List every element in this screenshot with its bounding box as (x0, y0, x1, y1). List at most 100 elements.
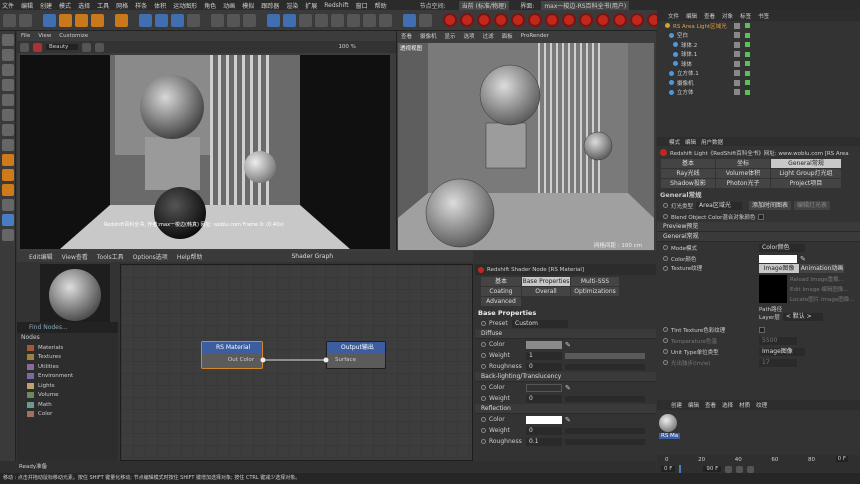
unit-keyframe-icon[interactable] (663, 349, 668, 354)
node-category-item[interactable]: Volume (17, 391, 118, 401)
eyedropper-icon[interactable]: ✎ (565, 416, 571, 424)
sg-menu-tools[interactable]: Tools工具 (97, 252, 124, 261)
attr-menu-mode[interactable]: 模式 (669, 138, 680, 146)
interface-select[interactable]: max一梭边-RS百科全书(用户) (541, 0, 630, 10)
mode-select[interactable]: Color颜色 (759, 243, 805, 252)
diffuse-roughness-slider[interactable] (565, 363, 645, 370)
texture-tab-image[interactable]: Image图像 (759, 264, 799, 273)
axis-mode-icon[interactable] (2, 124, 14, 136)
rs-material-thumbnail[interactable] (659, 414, 677, 432)
attr-tab-basic[interactable]: 基本 (661, 159, 715, 168)
playhead[interactable] (679, 465, 682, 473)
grid-icon[interactable] (2, 229, 14, 241)
rv-menu-customize[interactable]: Customize (59, 33, 88, 39)
object-list-item[interactable]: 球体 (657, 59, 860, 69)
cloner-icon[interactable] (315, 13, 328, 27)
timeline[interactable]: 0 20 40 60 80 0 F 0 F 90 F (657, 455, 860, 475)
object-list-item[interactable]: 球体.1 (657, 50, 860, 60)
menu-select[interactable]: 选择 (78, 1, 90, 10)
subdivision-icon[interactable] (299, 13, 312, 27)
reflection-section[interactable]: Reflection (475, 404, 656, 414)
preset-keyframe-icon[interactable] (481, 321, 486, 326)
tint-checkbox[interactable] (759, 326, 765, 333)
blend-keyframe-icon[interactable] (663, 214, 668, 219)
workplane-lock-icon[interactable] (2, 199, 14, 211)
texture-mode-icon[interactable] (2, 64, 14, 76)
undo-icon[interactable] (3, 13, 16, 27)
menu-file[interactable]: 文件 (2, 1, 14, 10)
vp-menu-options[interactable]: 选项 (464, 32, 475, 40)
render-view-icon[interactable] (211, 13, 224, 27)
diffuse-section[interactable]: Diffuse (475, 329, 656, 339)
scale-icon[interactable] (75, 13, 88, 27)
temperature-keyframe-icon[interactable] (663, 338, 668, 343)
play-back-icon[interactable] (725, 465, 733, 473)
enable-check-icon[interactable] (745, 51, 750, 57)
sg-menu-options[interactable]: Options选项 (133, 252, 168, 261)
om-menu-view[interactable]: 查看 (701, 12, 718, 20)
menu-mesh[interactable]: 网格 (116, 1, 128, 10)
rv-lock-icon[interactable] (95, 42, 105, 52)
tab-overall[interactable]: Overall (522, 287, 570, 296)
viewport-canvas[interactable]: 透视视图 网格间距 : 100 cm (398, 43, 654, 250)
attr-tab-general[interactable]: General常规 (771, 159, 841, 168)
snap-icon[interactable] (403, 13, 416, 27)
diffuse-roughness-keyframe-icon[interactable] (481, 364, 486, 369)
visibility-icon[interactable] (734, 22, 740, 29)
aov-dropdown[interactable]: Beauty (46, 44, 79, 50)
soft-select-icon[interactable] (2, 169, 14, 181)
object-list-item[interactable]: 摄像机 (657, 78, 860, 88)
reload-image-button[interactable]: Reload Image重载... (790, 275, 855, 283)
polygons-mode-icon[interactable] (2, 109, 14, 121)
enable-check-icon[interactable] (745, 42, 750, 48)
menu-spline[interactable]: 样条 (135, 1, 147, 10)
rv-snapshot-icon[interactable] (82, 42, 92, 52)
menu-simulate[interactable]: 模拟 (242, 1, 254, 10)
diffuse-weight-slider[interactable] (565, 352, 645, 359)
live-select-icon[interactable] (43, 13, 56, 27)
visibility-icon[interactable] (734, 51, 740, 58)
render-region-icon[interactable] (227, 13, 240, 27)
redshift-icon-10[interactable] (596, 13, 610, 27)
menu-create[interactable]: 创建 (40, 1, 52, 10)
eyedropper-icon[interactable]: ✎ (565, 341, 571, 349)
object-list-item[interactable]: 空白 (657, 31, 860, 41)
refl-weight-slider[interactable] (565, 427, 645, 434)
visibility-icon[interactable] (734, 89, 740, 96)
attr-tab-project[interactable]: Project项目 (771, 179, 841, 188)
general2-section[interactable]: General常规 (657, 232, 860, 242)
refl-color-swatch[interactable] (526, 415, 562, 424)
model-mode-icon[interactable] (2, 49, 14, 61)
edit-light-table-button[interactable]: 编辑灯光表 (794, 201, 831, 210)
attr-tab-ray[interactable]: Ray光线 (661, 169, 715, 178)
visibility-icon[interactable] (734, 60, 740, 67)
menu-window[interactable]: 窗口 (356, 1, 368, 10)
attr-tab-photon[interactable]: Photon光子 (716, 179, 770, 188)
vp-menu-view[interactable]: 查看 (401, 32, 412, 40)
workplane-icon[interactable] (419, 13, 432, 27)
object-list-item[interactable]: 立方体 (657, 88, 860, 98)
enable-check-icon[interactable] (745, 89, 750, 95)
tab-coating[interactable]: Coating (481, 287, 521, 296)
play-icon[interactable] (736, 465, 744, 473)
move-icon[interactable] (59, 13, 72, 27)
axis-z-icon[interactable] (171, 13, 184, 27)
rv-stop-icon[interactable] (33, 42, 42, 52)
menu-animate[interactable]: 动画 (223, 1, 235, 10)
visibility-icon[interactable] (734, 41, 740, 48)
om-menu-object[interactable]: 对象 (719, 12, 736, 20)
node-category-item[interactable]: Environment (17, 372, 118, 382)
menu-redshift[interactable]: Redshift (324, 2, 348, 9)
rv-zoom[interactable]: 100 % (338, 44, 355, 50)
refl-color-keyframe-icon[interactable] (481, 417, 486, 422)
tab-multi-sss[interactable]: Multi-SSS (571, 277, 619, 286)
pen-icon[interactable] (283, 13, 296, 27)
menu-volume[interactable]: 体积 (154, 1, 166, 10)
redshift-icon-6[interactable] (528, 13, 542, 27)
redshift-icon-2[interactable] (460, 13, 474, 27)
menu-character[interactable]: 角色 (204, 1, 216, 10)
play-forward-icon[interactable] (747, 465, 755, 473)
texture-thumbnail[interactable] (759, 275, 787, 303)
cube-icon[interactable] (267, 13, 280, 27)
eyedropper-icon[interactable]: ✎ (565, 384, 571, 392)
